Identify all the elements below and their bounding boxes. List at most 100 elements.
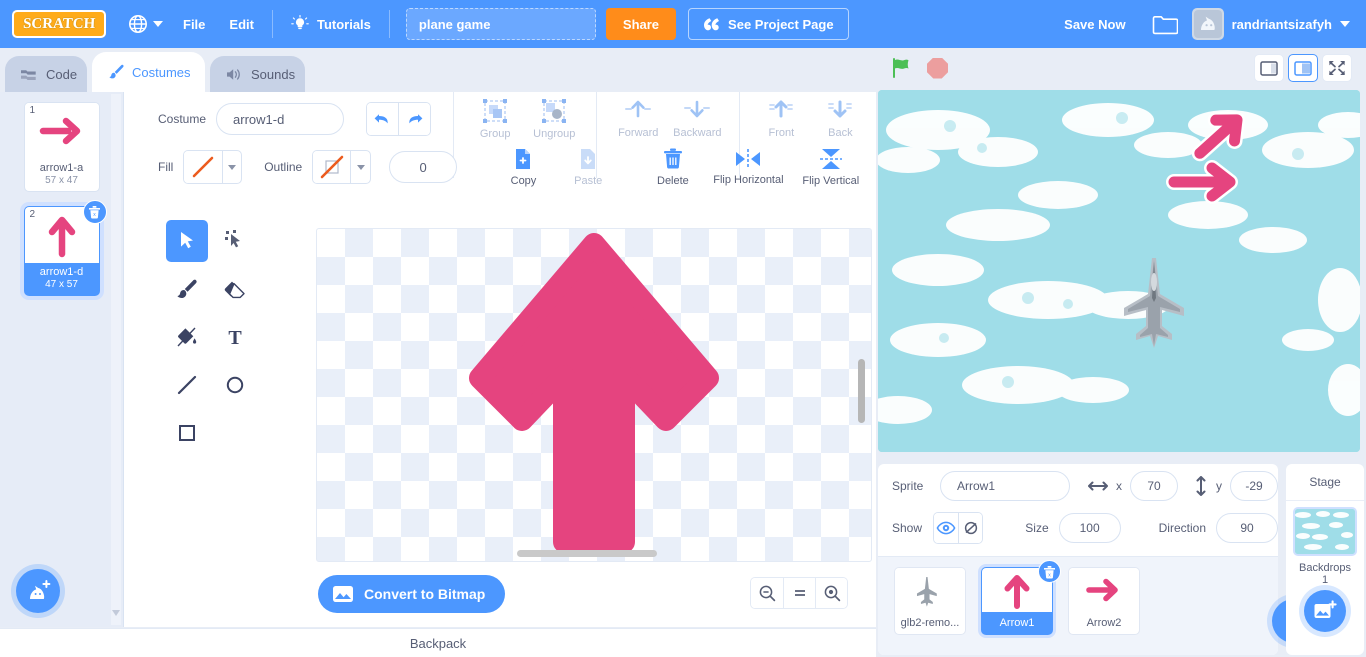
quote-icon	[703, 17, 720, 32]
fill-tool[interactable]	[166, 316, 208, 358]
fill-color-swatch[interactable]	[184, 151, 222, 183]
stage-thumbnail[interactable]	[1295, 509, 1355, 554]
redo-button[interactable]	[398, 103, 430, 135]
stage-canvas	[878, 90, 1360, 452]
delete-button[interactable]: Delete	[641, 147, 706, 187]
x-position-icon	[1088, 479, 1108, 493]
eye-open-icon	[936, 521, 956, 535]
x-position-input[interactable]	[1130, 471, 1178, 501]
globe-icon	[128, 14, 148, 34]
add-backdrop-image-icon	[1314, 600, 1337, 618]
large-stage-button[interactable]	[1288, 54, 1318, 82]
tab-code[interactable]: Code	[5, 56, 87, 92]
flip-horizontal-button[interactable]: Flip Horizontal	[705, 148, 791, 186]
fill-color-dropdown[interactable]	[221, 151, 242, 183]
delete-sprite-button[interactable]: x	[1038, 560, 1061, 583]
account-menu[interactable]: randriantsizafyh	[1191, 8, 1354, 40]
costume-item[interactable]: 2 x arrow1-d 47 x 57	[23, 200, 107, 296]
project-title-input[interactable]	[405, 8, 596, 40]
scratch-logo[interactable]: SCRATCH	[12, 10, 106, 38]
canvas-horizontal-scrollbar[interactable]	[517, 550, 657, 557]
zoom-in-button[interactable]	[815, 578, 847, 608]
stroke-width-input[interactable]	[389, 151, 458, 183]
line-tool[interactable]	[166, 364, 208, 406]
outline-color-dropdown[interactable]	[350, 151, 370, 183]
fullscreen-icon	[1329, 61, 1345, 75]
y-position-input[interactable]	[1230, 471, 1278, 501]
flip-vertical-icon	[819, 149, 842, 169]
convert-to-bitmap-button[interactable]: Convert to Bitmap	[318, 575, 506, 613]
rectangle-tool[interactable]	[166, 412, 208, 454]
green-flag-icon	[893, 58, 909, 78]
forward-button[interactable]: Forward	[609, 99, 668, 139]
stage-panel-title: Stage	[1286, 464, 1364, 501]
front-button[interactable]: Front	[752, 99, 811, 139]
eraser-tool[interactable]	[214, 268, 256, 310]
group-icon	[483, 99, 508, 123]
zoom-out-button[interactable]	[751, 578, 783, 608]
circle-tool[interactable]	[214, 364, 256, 406]
stage[interactable]	[878, 90, 1360, 452]
undo-button[interactable]	[367, 103, 399, 135]
fill-label: Fill	[158, 160, 174, 174]
brush-tool[interactable]	[166, 268, 208, 310]
share-button[interactable]: Share	[605, 8, 677, 40]
tab-sounds-label: Sounds	[251, 66, 296, 82]
paste-button[interactable]: Paste	[556, 147, 621, 187]
chevron-down-icon	[153, 21, 163, 27]
menu-file[interactable]: File	[171, 9, 217, 39]
menu-tutorials-label: Tutorials	[316, 16, 371, 32]
sprite-item[interactable]: Arrow2	[1068, 567, 1140, 635]
fullscreen-button[interactable]	[1322, 54, 1352, 82]
zoom-reset-button[interactable]	[783, 578, 815, 608]
code-blocks-icon	[20, 67, 39, 82]
outline-color-swatch[interactable]	[313, 151, 351, 183]
copy-button[interactable]: Copy	[491, 147, 556, 187]
costume-name-input[interactable]	[216, 103, 345, 135]
group-button[interactable]: Group	[466, 98, 525, 140]
sprite-name-input[interactable]	[940, 471, 1070, 501]
show-off-button[interactable]	[958, 513, 983, 543]
select-tool[interactable]	[166, 220, 208, 262]
costume-list-scrollbar[interactable]	[111, 94, 121, 625]
stop-button[interactable]	[927, 57, 948, 79]
menu-edit[interactable]: Edit	[217, 9, 266, 39]
flip-vertical-button[interactable]: Flip Vertical	[792, 147, 870, 187]
sprite-selector-list: glb2-remo... x Arrow1 Arrow2	[878, 556, 1316, 655]
delete-costume-button[interactable]: x	[82, 200, 107, 224]
costume-item[interactable]: 1 arrow1-a 57 x 47	[23, 102, 100, 192]
add-backdrop-button[interactable]	[1304, 590, 1346, 632]
direction-input[interactable]	[1216, 513, 1278, 543]
image-icon	[332, 585, 354, 603]
show-on-button[interactable]	[934, 513, 959, 543]
undo-icon	[374, 114, 388, 124]
tab-costumes[interactable]: Costumes	[92, 52, 205, 92]
add-costume-button[interactable]	[16, 569, 60, 613]
backward-button[interactable]: Backward	[668, 99, 727, 139]
small-stage-button[interactable]	[1254, 54, 1284, 82]
scratch-logo-text: SCRATCH	[22, 15, 96, 32]
ungroup-button[interactable]: Ungroup	[525, 98, 584, 140]
sprite-item[interactable]: glb2-remo...	[894, 567, 966, 635]
tab-sounds[interactable]: Sounds	[210, 56, 305, 92]
sprite-item[interactable]: x Arrow1	[981, 560, 1061, 635]
green-flag-button[interactable]	[890, 56, 914, 80]
my-stuff-button[interactable]	[1138, 14, 1192, 35]
text-tool[interactable]: T	[214, 316, 256, 358]
back-button[interactable]: Back	[811, 99, 870, 139]
large-stage-icon	[1294, 60, 1312, 76]
convert-to-bitmap-label: Convert to Bitmap	[364, 586, 486, 602]
reshape-tool[interactable]	[214, 220, 256, 262]
save-now-button[interactable]: Save Now	[1052, 17, 1137, 32]
back-icon	[828, 100, 853, 118]
menu-tutorials[interactable]: Tutorials	[279, 9, 383, 39]
language-selector[interactable]	[120, 14, 171, 34]
fill-color-control	[183, 150, 243, 184]
see-project-page-button[interactable]: See Project Page	[688, 8, 849, 40]
backpack-bar[interactable]: Backpack	[0, 628, 876, 657]
ungroup-label: Ungroup	[533, 128, 576, 140]
small-stage-icon	[1260, 60, 1278, 76]
canvas-vertical-scrollbar[interactable]	[858, 359, 865, 423]
paint-canvas[interactable]	[316, 228, 872, 562]
size-input[interactable]	[1058, 513, 1121, 543]
